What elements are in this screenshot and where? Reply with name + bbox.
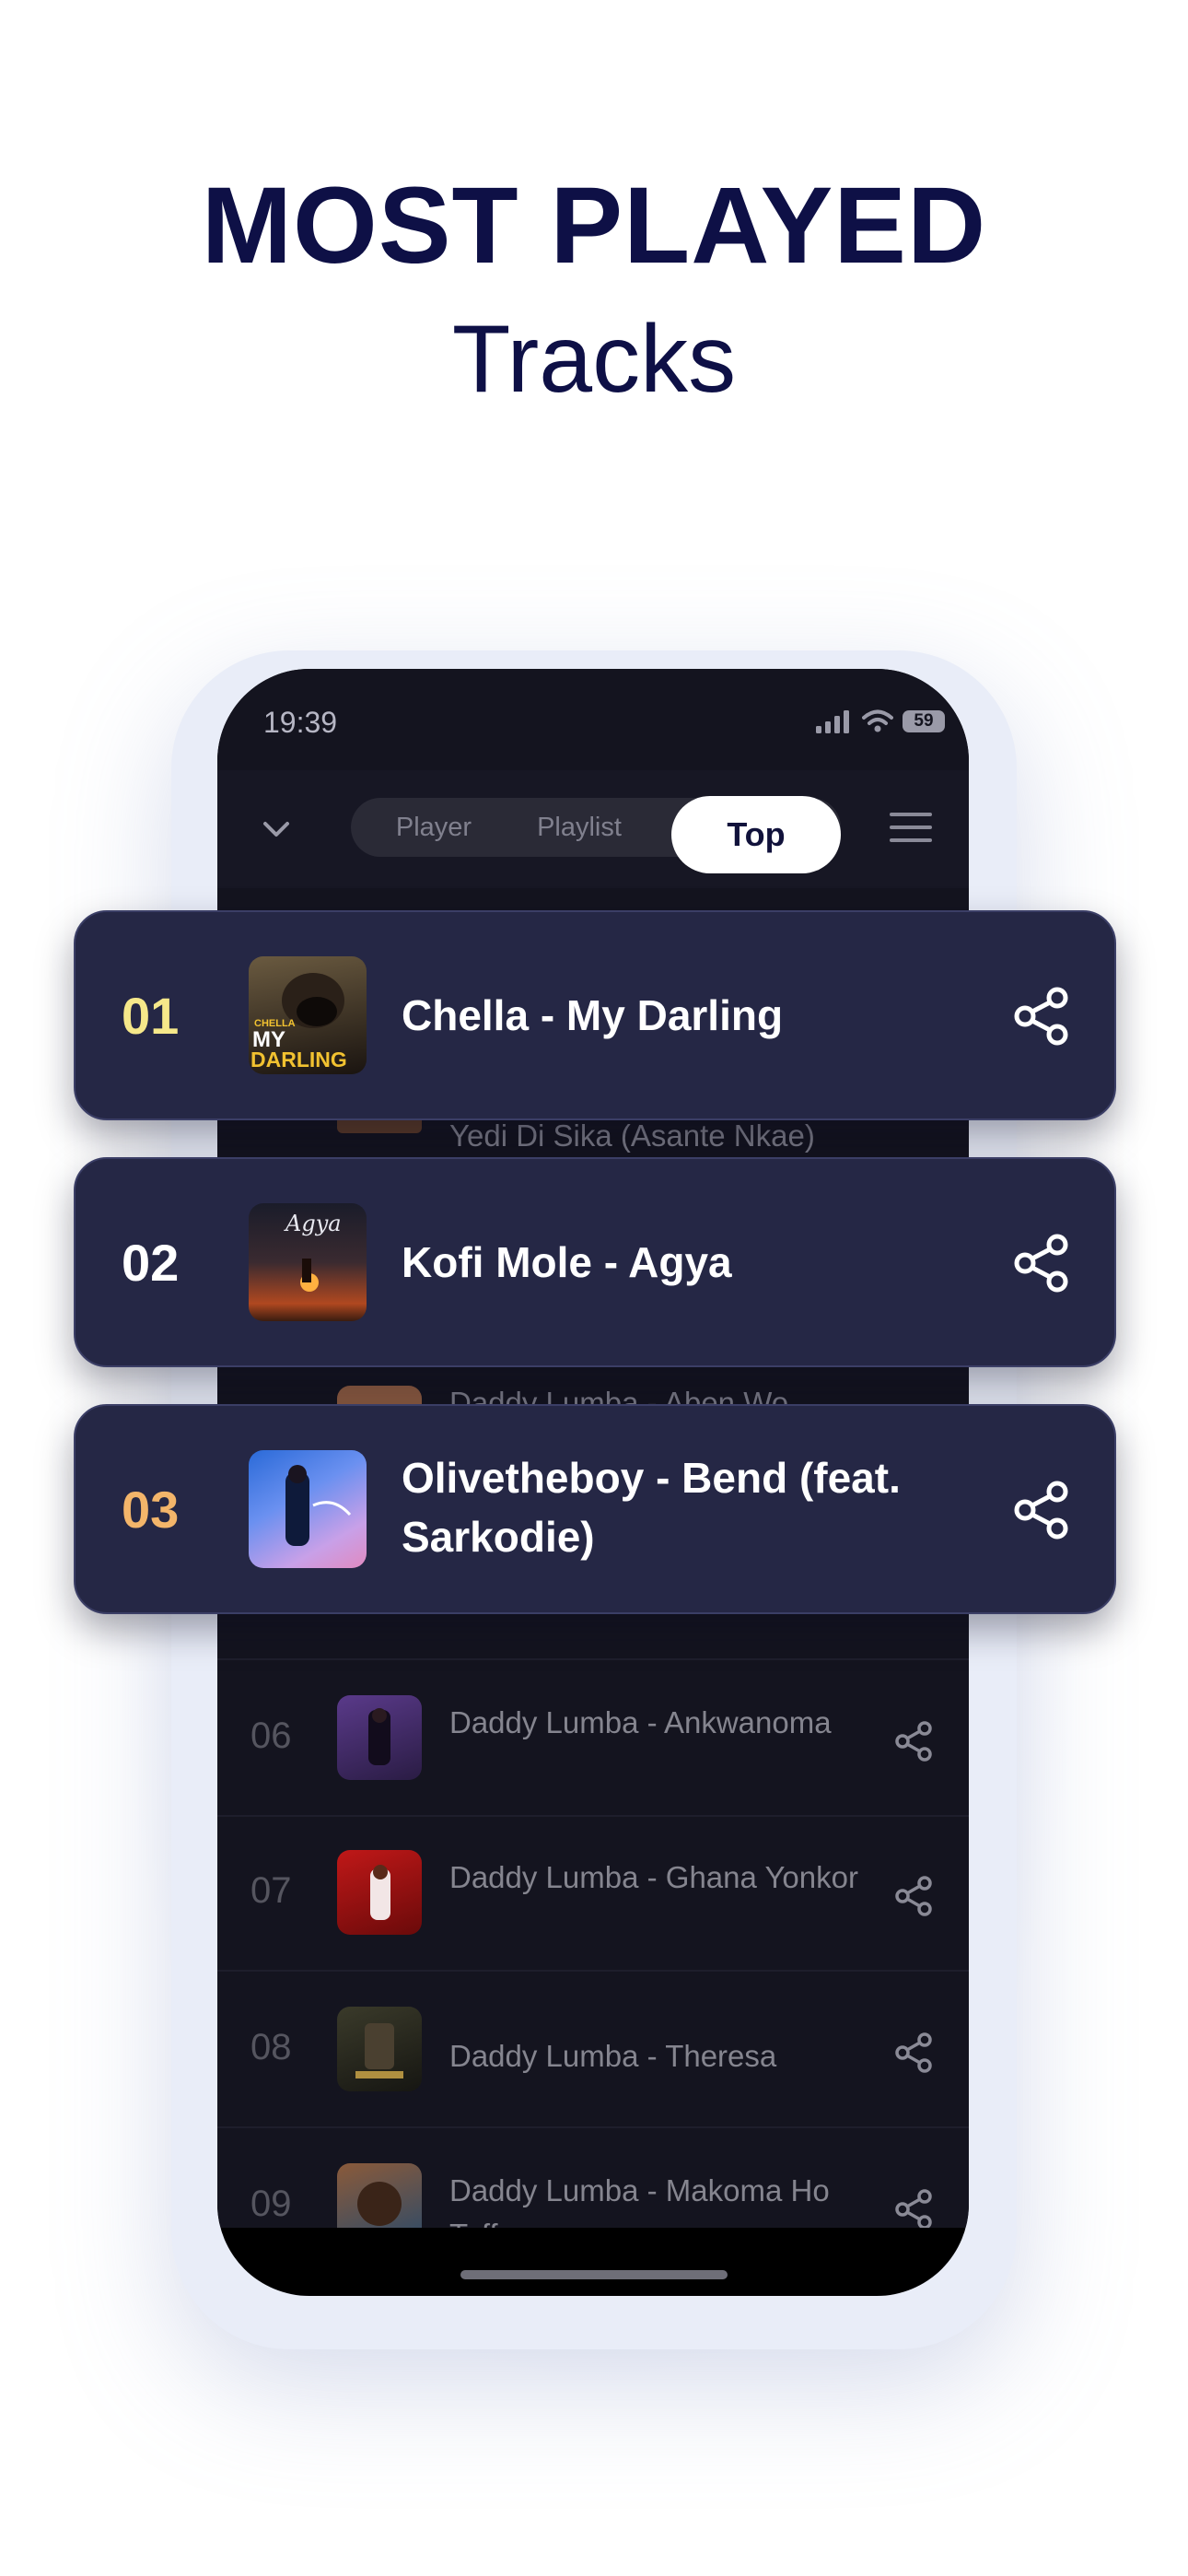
tab-playlist[interactable]: Playlist: [515, 798, 644, 857]
album-art: [337, 2163, 422, 2228]
page-title: MOST PLAYED: [201, 165, 987, 287]
track-rank: 01: [122, 987, 180, 1045]
list-item[interactable]: 06 Daddy Lumba - Ankwanoma: [217, 1658, 969, 1817]
album-art-text: Agya: [284, 1211, 342, 1236]
signal-icon: [816, 710, 849, 733]
track-rank: 09: [250, 2184, 292, 2224]
share-icon[interactable]: [1011, 986, 1072, 1047]
partial-row-title: Yedi Di Sika (Asante Nkae): [449, 1118, 815, 1153]
track-rank: 02: [122, 1234, 180, 1292]
album-art: [337, 1695, 422, 1780]
track-title: Daddy Lumba - Ankwanoma: [449, 1705, 832, 1739]
album-art-text: DARLING: [250, 1048, 347, 1071]
wifi-icon: [862, 709, 893, 732]
status-bar: 19:39 59: [217, 669, 969, 770]
track-title: Daddy Lumba - Ghana Yonkor: [449, 1860, 858, 1894]
album-art: CHELLA MY DARLING: [249, 956, 367, 1074]
list-item[interactable]: 08 Daddy Lumba - Theresa: [217, 1972, 969, 2128]
battery-icon: 59: [903, 710, 945, 732]
page-subtitle: Tracks: [451, 306, 737, 413]
top-nav: Player Playlist Top: [217, 770, 969, 888]
status-time: 19:39: [263, 706, 338, 739]
track-rank: 06: [250, 1715, 292, 1756]
share-icon[interactable]: [891, 2031, 936, 2075]
featured-track-card[interactable]: 02 Agya Kofi Mole - Agya: [74, 1157, 1116, 1367]
track-rank: 03: [122, 1481, 180, 1539]
chevron-down-icon[interactable]: [256, 809, 297, 849]
album-art: [337, 1850, 422, 1935]
album-art: [337, 2007, 422, 2091]
track-title: Kofi Mole - Agya: [402, 1238, 732, 1286]
status-icons: 59: [816, 709, 945, 733]
featured-track-card[interactable]: 03 Olivetheboy - Bend (feat. Sarkodie): [74, 1404, 1116, 1614]
track-rank: 07: [250, 1870, 292, 1911]
track-title: Chella - My Darling: [402, 991, 784, 1039]
tab-switcher: Player Playlist Top: [351, 796, 841, 873]
list-item[interactable]: 07 Daddy Lumba - Ghana Yonkor: [217, 1815, 969, 1972]
list-item[interactable]: 09 Daddy Lumba - Makoma Ho Toffee: [217, 2128, 969, 2228]
track-title: Daddy Lumba - Theresa: [449, 2039, 777, 2073]
share-icon[interactable]: [1011, 1233, 1072, 1294]
share-icon[interactable]: [891, 1719, 936, 1763]
featured-track-card[interactable]: 01 CHELLA MY DARLING Chella - My Darling: [74, 910, 1116, 1120]
track-title: Olivetheboy - Bend (feat. Sarkodie): [402, 1454, 901, 1561]
album-art: [249, 1450, 367, 1568]
tab-player[interactable]: Player: [369, 798, 498, 857]
share-icon[interactable]: [891, 1874, 936, 1918]
track-rank: 08: [250, 2027, 292, 2067]
hamburger-menu-icon[interactable]: [890, 813, 932, 846]
home-indicator[interactable]: [460, 2270, 728, 2279]
share-icon[interactable]: [1011, 1480, 1072, 1540]
share-icon[interactable]: [891, 2187, 936, 2228]
track-title: Daddy Lumba - Makoma Ho Toffee: [449, 2173, 830, 2228]
tab-top[interactable]: Top: [671, 796, 841, 873]
album-art: Agya: [249, 1203, 367, 1321]
